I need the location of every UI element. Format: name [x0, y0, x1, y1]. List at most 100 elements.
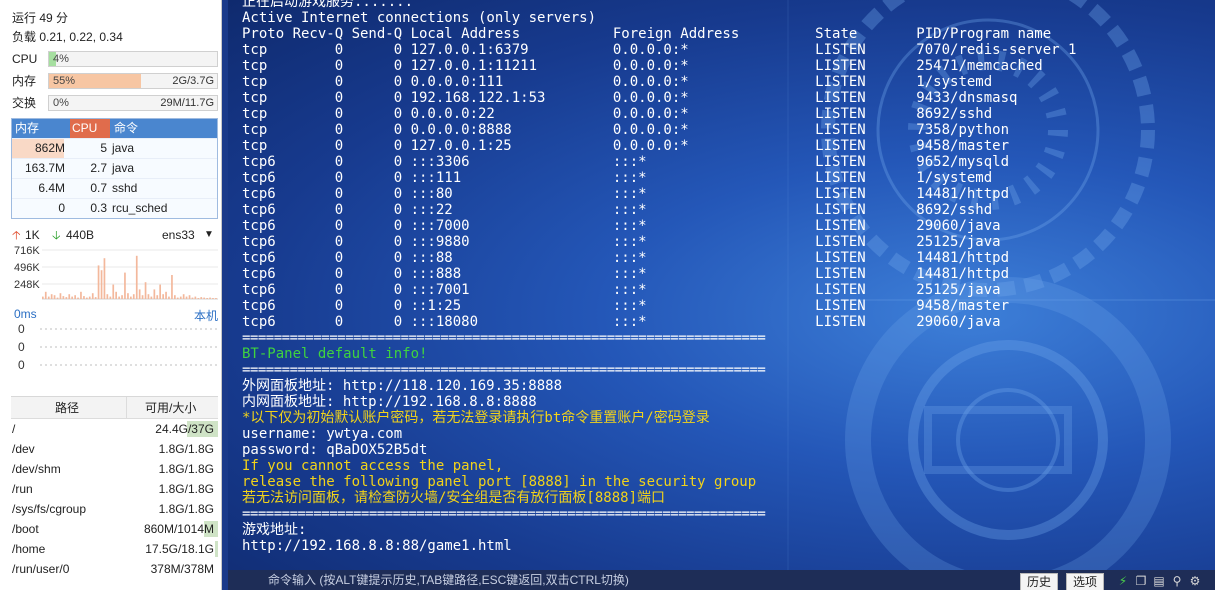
disk-row[interactable]: / 24.4G/37G — [11, 419, 218, 439]
process-table-body: 862M 5 java 163.7M 2.7 java 6.4M 0.7 sshd 0 0.3 rcu… — [12, 138, 217, 218]
terminal-line: tcp6 0 0 :::7000 :::* LISTEN 29060/java — [242, 218, 1001, 234]
settings-icon[interactable]: ⚙ — [1188, 574, 1202, 588]
process-row[interactable]: 862M 5 java — [12, 138, 217, 158]
process-row[interactable]: 6.4M 0.7 sshd — [12, 178, 217, 198]
process-cpu: 5 — [100, 141, 107, 155]
net-scale-mid: 496K — [14, 262, 40, 274]
terminal-line: If you cannot access the panel, — [242, 458, 504, 474]
col-size-header[interactable]: 可用/大小 — [145, 397, 196, 419]
network-bar — [150, 296, 153, 299]
upload-rate: 1K — [25, 228, 40, 242]
latency-target[interactable]: 本机 — [194, 307, 218, 324]
disk-row[interactable]: /run/user/0 378M/378M — [11, 559, 218, 579]
uptime-text: 运行 49 分 — [12, 11, 69, 25]
terminal-line: tcp6 0 0 :::111 :::* LISTEN 1/systemd — [242, 170, 993, 186]
network-bar — [86, 297, 88, 299]
network-bar — [188, 295, 191, 299]
network-bar — [197, 298, 200, 299]
disk-row[interactable]: /boot 860M/1014M — [11, 519, 218, 539]
command-bar: 命令输入 (按ALT键提示历史,TAB键路径,ESC键返回,双击CTRL切换) … — [228, 570, 1215, 590]
disk-size: 24.4G/37G — [155, 422, 214, 436]
paste-icon[interactable]: ▤ — [1152, 574, 1166, 588]
terminal-separator: ========================================… — [242, 506, 766, 522]
disk-row[interactable]: /home 17.5G/18.1G — [11, 539, 218, 559]
network-bar — [100, 270, 103, 299]
col-memory-header[interactable]: 内存 — [12, 119, 70, 138]
process-command: sshd — [112, 181, 138, 195]
upload-arrow-icon: 🡡 — [12, 228, 21, 242]
network-bar — [80, 291, 82, 299]
network-bar — [118, 296, 120, 299]
terminal-separator: ========================================… — [242, 330, 766, 346]
terminal-line: tcp6 0 0 :::18080 :::* LISTEN 29060/java — [242, 314, 1001, 330]
network-graph: 716K 496K 248K — [14, 245, 218, 300]
disk-row[interactable]: /dev/shm 1.8G/1.8G — [11, 459, 218, 479]
network-bar — [130, 296, 132, 299]
memory-amount: 2G/3.7G — [172, 75, 214, 87]
col-command-header[interactable]: 命令 — [114, 119, 138, 138]
network-bar — [206, 298, 208, 299]
history-button[interactable]: 历史 — [1020, 573, 1059, 590]
disk-table: 路径 可用/大小 / 24.4G/37G/dev 1.8G/1.8G/dev/shm… — [11, 396, 218, 590]
process-memory: 0 — [58, 201, 65, 215]
network-bar — [77, 297, 79, 299]
process-cpu: 0.3 — [90, 201, 107, 215]
process-row[interactable]: 0 0.3 rcu_sched — [12, 198, 217, 218]
terminal-line: tcp 0 0 192.168.122.1:53 0.0.0.0:* LISTE… — [242, 90, 1018, 106]
disk-table-body: / 24.4G/37G/dev 1.8G/1.8G/dev/shm 1.8G/1.8G… — [11, 419, 218, 579]
search-icon[interactable]: ⚲ — [1170, 574, 1184, 588]
network-bar — [191, 297, 194, 299]
network-bar — [71, 296, 73, 299]
network-bar — [47, 296, 50, 299]
copy-icon[interactable]: ❐ — [1134, 574, 1148, 588]
terminal-line: release the following panel port [8888] … — [242, 474, 757, 490]
terminal-line: tcp 0 0 127.0.0.1:25 0.0.0.0:* LISTEN 94… — [242, 138, 1010, 154]
terminal-line: tcp6 0 0 :::7001 :::* LISTEN 25125/java — [242, 282, 1001, 298]
command-input[interactable]: 命令输入 (按ALT键提示历史,TAB键路径,ESC键返回,双击CTRL切换) — [268, 572, 1008, 588]
options-button[interactable]: 选项 — [1066, 573, 1105, 590]
disk-row[interactable]: /dev 1.8G/1.8G — [11, 439, 218, 459]
process-table: 内存 CPU 命令 862M 5 java 163.7M 2.7 java 6.4M 0.7 s… — [11, 118, 218, 219]
col-cpu-header[interactable]: CPU — [70, 119, 110, 138]
network-bar — [138, 289, 141, 299]
chevron-down-icon[interactable]: ▼ — [204, 226, 214, 244]
disk-size: 1.8G/1.8G — [158, 442, 214, 456]
network-bar — [112, 284, 115, 299]
swap-amount: 29M/11.7G — [160, 97, 214, 109]
disk-path: /run/user/0 — [12, 562, 70, 576]
terminal-line: BT-Panel default info! — [242, 346, 428, 362]
disk-size: 17.5G/18.1G — [145, 542, 214, 556]
terminal-line: tcp6 0 0 ::1:25 :::* LISTEN 9458/master — [242, 298, 1010, 314]
process-row[interactable]: 163.7M 2.7 java — [12, 158, 217, 178]
disk-path: /run — [12, 482, 33, 496]
terminal-line: tcp6 0 0 :::88 :::* LISTEN 14481/httpd — [242, 250, 1010, 266]
cpu-label: CPU — [12, 52, 38, 66]
network-bar — [109, 296, 112, 299]
terminal-line: 正在启动游戏服务....... — [242, 0, 414, 10]
terminal-line: Active Internet connections (only server… — [242, 10, 597, 26]
terminal-line: tcp 0 0 0.0.0.0:111 0.0.0.0:* LISTEN 1/s… — [242, 74, 993, 90]
network-bar — [215, 298, 217, 299]
network-bar — [162, 294, 164, 299]
swap-bar: 0% 29M/11.7G — [48, 95, 218, 111]
network-bar — [132, 294, 135, 299]
cpu-bar: 4% — [48, 51, 218, 67]
network-bar — [174, 295, 176, 299]
network-bar — [209, 297, 211, 299]
terminal-line: tcp 0 0 127.0.0.1:6379 0.0.0.0:* LISTEN … — [242, 42, 1077, 58]
disk-row[interactable]: /sys/fs/cgroup 1.8G/1.8G — [11, 499, 218, 519]
terminal-line: 若无法访问面板，请检查防火墙/安全组是否有放行面板[8888]端口 — [242, 490, 665, 506]
lightning-icon[interactable]: ⚡ — [1116, 574, 1130, 588]
disk-row[interactable]: /run 1.8G/1.8G — [11, 479, 218, 499]
latency-scale-mid: 0 — [18, 340, 25, 354]
network-bar — [121, 295, 123, 299]
disk-path: /home — [12, 542, 46, 556]
terminal-line: 内网面板地址: http://192.168.8.8:8888 — [242, 394, 537, 410]
col-path-header[interactable]: 路径 — [55, 397, 79, 419]
network-bar — [179, 296, 182, 299]
network-bar — [88, 296, 91, 299]
network-interface[interactable]: ens33 — [162, 226, 195, 244]
terminal-line: http://192.168.8.8:88/game1.html — [242, 538, 512, 554]
terminal-output[interactable]: 正在启动游戏服务....... Active Internet connectio… — [228, 0, 1215, 570]
memory-meter: 内存 55% 2G/3.7G — [12, 73, 218, 89]
